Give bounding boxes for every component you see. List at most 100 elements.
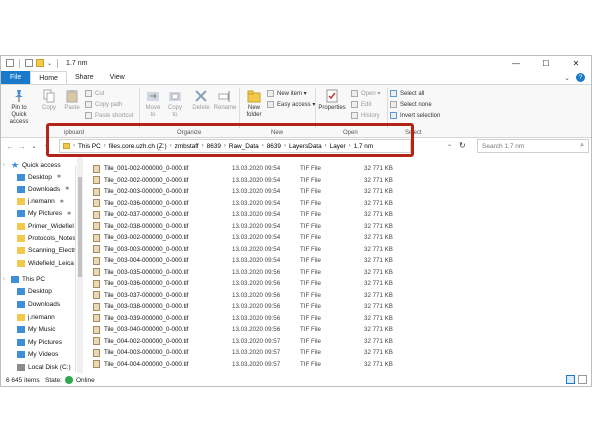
file-name: Tile_001-002-000000_0-000.tif [104, 165, 189, 172]
recent-locations-button[interactable]: ⌄ [28, 143, 40, 150]
file-row[interactable]: Tile_002-002-000000_0-000.tif 13.03.2020… [91, 175, 591, 186]
select-none-button[interactable]: Select none [390, 100, 432, 109]
select-none-label: Select none [400, 101, 432, 108]
nav-scrollbar[interactable] [77, 157, 83, 373]
qa-dropdown-icon[interactable]: ⌄ [47, 60, 52, 67]
nav-pc-item[interactable]: My Videos [17, 349, 58, 361]
copy-to-button[interactable]: Copy to [165, 89, 185, 119]
search-icon: ⌕ [580, 142, 584, 149]
ribbon-expand-icon[interactable]: ⌄ [564, 74, 570, 82]
file-row[interactable]: Tile_004-004-000000_0-000.tif 13.03.2020… [91, 359, 591, 370]
minimize-button[interactable]: — [501, 56, 531, 70]
nav-item[interactable]: Protocols_Notes [17, 233, 75, 245]
file-row[interactable]: Tile_004-002-000000_0-000.tif 13.03.2020… [91, 336, 591, 347]
help-icon[interactable]: ? [576, 73, 585, 82]
forward-button[interactable]: → [16, 142, 28, 151]
tab-file[interactable]: File [1, 71, 31, 84]
nav-scrollbar-thumb[interactable] [78, 177, 82, 277]
file-type: TIF File [300, 326, 321, 333]
file-row[interactable]: Tile_002-038-000000_0-000.tif 13.03.2020… [91, 221, 591, 232]
edit-button[interactable]: Edit [351, 100, 371, 109]
file-row[interactable]: Tile_003-035-000000_0-000.tif 13.03.2020… [91, 267, 591, 278]
file-date: 13.03.2020 09:54 [232, 211, 281, 218]
file-row[interactable]: Tile_002-003-000000_0-000.tif 13.03.2020… [91, 186, 591, 197]
paste-button[interactable]: Paste [61, 89, 83, 112]
paste-icon [66, 90, 78, 103]
nav-item[interactable]: Scanning_Electr [17, 245, 75, 257]
properties-quick-icon[interactable] [6, 59, 14, 67]
file-row[interactable]: Tile_004-003-000000_0-000.tif 13.03.2020… [91, 347, 591, 358]
file-row[interactable]: Tile_003-037-000000_0-000.tif 13.03.2020… [91, 290, 591, 301]
properties-icon [326, 89, 338, 103]
paste-shortcut-button[interactable]: Paste shortcut [85, 111, 133, 120]
expand-arrow-icon[interactable]: › [3, 162, 8, 168]
new-folder-button[interactable]: New folder [242, 89, 266, 119]
nav-item[interactable]: Downloads ✱ [17, 183, 69, 195]
nav-pc-item[interactable]: My Music [17, 324, 55, 336]
easy-access-button[interactable]: Easy access ▾ [267, 100, 315, 109]
file-name: Tile_003-002-000000_0-000.tif [104, 234, 189, 241]
nav-pc-item[interactable]: Local Disk (C:) [17, 362, 71, 374]
address-dropdown-icon[interactable]: ⌄ [447, 141, 452, 148]
file-row[interactable]: Tile_003-040-000000_0-000.tif 13.03.2020… [91, 324, 591, 335]
expand-arrow-icon[interactable]: › [3, 276, 8, 282]
details-view-icon[interactable] [566, 375, 575, 384]
open-button[interactable]: Open ▾ [351, 89, 380, 98]
tab-share[interactable]: Share [67, 71, 102, 84]
file-row[interactable]: Tile_003-038-000000_0-000.tif 13.03.2020… [91, 301, 591, 312]
close-button[interactable]: ✕ [561, 56, 591, 70]
large-icons-view-icon[interactable] [578, 375, 587, 384]
nav-pc-item[interactable]: Desktop [17, 286, 52, 298]
search-input[interactable]: Search 1.7 nm [482, 143, 524, 150]
file-row[interactable]: Tile_003-002-000000_0-000.tif 13.03.2020… [91, 232, 591, 243]
delete-button[interactable]: Delete [189, 89, 213, 112]
file-date: 13.03.2020 09:57 [232, 360, 281, 368]
window-controls: — ☐ ✕ [501, 56, 591, 70]
maximize-button[interactable]: ☐ [531, 56, 561, 70]
file-row[interactable]: Tile_002-036-000000_0-000.tif 13.03.2020… [91, 198, 591, 209]
select-all-button[interactable]: Select all [390, 89, 424, 98]
file-name: Tile_003-038-000000_0-000.tif [104, 303, 189, 310]
nav-item[interactable]: My Pictures ✱ [17, 208, 71, 220]
file-row[interactable]: Tile_001-002-000000_0-000.tif 13.03.2020… [91, 163, 591, 174]
tab-view[interactable]: View [102, 71, 133, 84]
open-icon [351, 90, 358, 97]
checkbox-quick-icon[interactable] [25, 59, 33, 67]
rename-button[interactable]: Rename [213, 89, 237, 112]
history-button[interactable]: History [351, 111, 380, 120]
invert-selection-button[interactable]: Invert selection [390, 111, 440, 120]
file-row[interactable]: Tile_003-003-000000_0-000.tif 13.03.2020… [91, 244, 591, 255]
nav-pc-item[interactable]: j.riemann [17, 311, 55, 323]
file-name: Tile_003-004-000000_0-000.tif [104, 257, 189, 264]
file-row[interactable]: Tile_003-004-000000_0-000.tif 13.03.2020… [91, 255, 591, 266]
tab-home[interactable]: Home [30, 71, 67, 84]
file-row[interactable]: Tile_002-037-000000_0-000.tif 13.03.2020… [91, 209, 591, 220]
nav-this-pc[interactable]: › This PC [3, 273, 45, 285]
properties-button[interactable]: Properties [317, 89, 347, 112]
back-button[interactable]: ← [4, 142, 16, 151]
cut-button[interactable]: Cut [85, 89, 104, 98]
search-box[interactable]: Search 1.7 nm ⌕ [477, 139, 589, 153]
nav-item[interactable]: j.riemann ✱ [17, 196, 64, 208]
pane-splitter[interactable] [75, 166, 76, 372]
pin-to-quick-access-button[interactable]: Pin to Quick access [3, 89, 35, 126]
file-name: Tile_002-002-000000_0-000.tif [104, 176, 189, 184]
file-row[interactable]: Tile_003-036-000000_0-000.tif 13.03.2020… [91, 278, 591, 289]
new-folder-quick-icon[interactable] [36, 59, 44, 67]
copy-path-button[interactable]: Copy path [85, 100, 122, 109]
nav-item[interactable]: Widefield_Leica [17, 257, 74, 269]
copy-button[interactable]: Copy [39, 89, 59, 112]
new-item-button[interactable]: New item ▾ [267, 89, 307, 98]
navigation-pane: › Quick access Desktop ✱ Downloads ✱ j.r… [1, 157, 75, 373]
downloads-icon [17, 185, 25, 193]
nav-item[interactable]: Primer_Widefiel [17, 220, 74, 232]
refresh-icon[interactable]: ↻ [459, 141, 466, 150]
nav-item[interactable]: Desktop ✱ [17, 171, 61, 183]
nav-pc-item[interactable]: My Pictures [17, 336, 62, 348]
file-row[interactable]: Tile_003-039-000000_0-000.tif 13.03.2020… [91, 313, 591, 324]
nav-label: Downloads [28, 185, 61, 193]
state-value: Online [75, 376, 95, 384]
move-to-button[interactable]: Move to [143, 89, 163, 119]
nav-quick-access[interactable]: › Quick access [3, 159, 61, 171]
nav-pc-item[interactable]: Downloads [17, 299, 60, 311]
